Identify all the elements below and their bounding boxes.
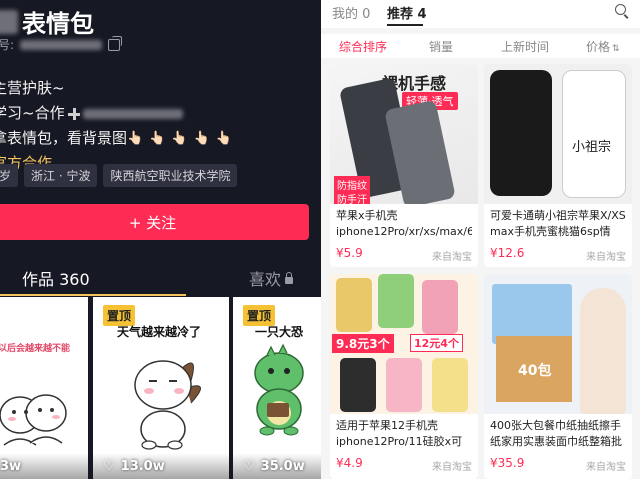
image-subheadline: 12元4个 [410,334,463,352]
profile-panel: 表情包 号: 主营护肤~ 学习~合作 拿表情包，看背景图 👆🏻 👆🏻 👆🏻 👆🏻… [0,0,321,479]
heart-icon: ♡ [103,458,115,474]
account-id-row: 号: [0,35,123,53]
phone-case-image [386,358,422,412]
account-prefix: 号: [0,38,15,52]
sort-price-label: 价格 [586,40,611,54]
product-title: 苹果x手机壳iphone12Pro/xr/xs/max/6/6s/7/8/se2… [336,209,472,238]
image-headline: 40包 [518,363,552,379]
phone-case-image [422,280,458,334]
product-source: 来自淘宝 [586,462,626,473]
sort-comprehensive[interactable]: 综合排序 [339,38,387,55]
video-likes: 13.0w [120,458,165,474]
video-footer: 3w [0,453,88,479]
video-footer: ♡ 35.0w [233,453,321,479]
phone-case-image-2 [562,70,626,198]
bio-line: 拿表情包，看背景图 👆🏻 👆🏻 👆🏻 👆🏻 👆🏻 [0,126,238,151]
phone-case-image [336,278,372,332]
video-grid: 以后会越来越不能 3w 置顶 天气越来越冷了 ♡ 13.0w 置顶 一只大恐 ♡… [0,297,321,479]
product-title: 适用于苹果12手机壳iphone12Pro/11硅胶x可爱x... [336,419,463,448]
product-card[interactable]: 小祖宗 可爱卡通萌小祖宗苹果X/XS max手机壳蜜桃猫6sp情侣... ¥12… [484,64,632,267]
profile-bio: 主营护肤~ 学习~合作 拿表情包，看背景图 👆🏻 👆🏻 👆🏻 👆🏻 👆🏻 官方合… [0,76,238,176]
video-caption: 天气越来越冷了 [117,325,202,339]
tab-mine[interactable]: 我的 0 [332,3,370,22]
plus-icon [67,107,80,120]
search-icon[interactable] [615,4,626,15]
blurred-name [0,9,18,34]
follow-button[interactable]: + 关注 [0,204,309,240]
image-badge: 防手汗 [334,190,370,204]
tab-likes-label: 喜欢 [249,270,282,289]
video-caption: 以后会越来越不能 [0,344,71,354]
bio-text: 拿表情包，看背景图 [0,129,128,147]
video-footer: ♡ 13.0w [93,453,229,479]
video-thumbnail[interactable]: 置顶 天气越来越冷了 ♡ 13.0w [93,297,229,479]
dinosaur-sticker-image [254,343,304,436]
product-price: ¥35.9 [490,456,525,470]
sort-sales[interactable]: 销量 [429,38,453,55]
product-price: ¥5.9 [336,246,363,260]
tissue-pack-image [492,284,572,344]
product-image: 9.8元3个 12元4个 [330,274,478,414]
product-card[interactable]: 9.8元3个 12元4个 适用于苹果12手机壳iphone12Pro/11硅胶x… [330,274,478,479]
sort-price[interactable]: 价格 ⇅ [586,38,620,55]
profile-tabs: 作品 360 喜欢 [0,262,321,298]
tag-location[interactable]: 浙江 · 宁波 [24,164,98,187]
product-image: 裸机手感 轻薄·透气 防指纹 防手汗 [330,64,478,204]
product-source: 来自淘宝 [432,252,472,263]
blurred-account-id [20,39,103,50]
tag-age: 岁 [0,164,19,187]
tab-likes[interactable]: 喜欢 [249,266,294,290]
tab-underline [387,24,423,26]
product-card[interactable]: 裸机手感 轻薄·透气 防指纹 防手汗 苹果x手机壳iphone12Pro/xr/… [330,64,478,267]
bio-line: 主营护肤~ [0,76,238,101]
heart-icon: ♡ [243,458,255,474]
pointing-hand-icon: 👆🏻 [215,131,232,146]
pointing-hand-icon: 👆🏻 [127,131,144,146]
tab-works[interactable]: 作品 360 [22,266,90,290]
blurred-contact [82,108,183,119]
product-card[interactable]: 40包 400张大包餐巾纸抽纸擦手纸家用实惠装面巾纸整箱批植... ¥35.9 … [484,274,632,479]
product-title: 400张大包餐巾纸抽纸擦手纸家用实惠装面巾纸整箱批植... [490,419,622,448]
lock-icon [285,271,294,284]
video-thumbnail[interactable]: 以后会越来越不能 3w [0,297,88,479]
shop-panel: 我的 0 推荐 4 综合排序 销量 上新时间 价格⇅ 裸机手感 轻薄·透气 防指… [321,0,640,479]
image-headline: 小祖宗 [572,140,612,155]
video-caption: 一只大恐 [255,325,304,339]
product-image: 40包 [484,274,632,414]
shop-tabs: 我的 0 推荐 4 [321,0,640,28]
bio-line: 学习~合作 [0,101,238,126]
copy-icon[interactable] [108,35,123,51]
tab-recommend[interactable]: 推荐 4 [387,3,427,22]
video-likes: 3w [0,458,22,474]
sort-bar: 综合排序 销量 上新时间 价格 ⇅ [321,34,640,58]
phone-case-image [378,274,414,328]
phone-case-image [432,358,468,412]
tag-school[interactable]: 陕西航空职业技术学院 [103,164,238,187]
pointing-hand-icon: 👆🏻 [149,131,166,146]
profile-title-row: 表情包 [0,4,94,39]
follow-label: + 关注 [128,213,177,232]
bio-text: 学习~合作 [0,104,65,122]
phone-case-image [490,70,552,196]
profile-title: 表情包 [22,10,94,38]
phone-case-image [340,358,376,412]
bio-text: 主营护肤~ [0,79,65,97]
image-headline: 9.8元3个 [332,334,394,353]
product-source: 来自淘宝 [586,252,626,263]
tab-underline [0,294,186,296]
sort-newest[interactable]: 上新时间 [501,38,549,55]
product-price: ¥12.6 [490,246,525,260]
product-image: 小祖宗 [484,64,632,204]
product-price: ¥4.9 [336,456,363,470]
model-image [580,288,626,414]
product-source: 来自淘宝 [432,462,472,473]
profile-tags: 岁 浙江 · 宁波 陕西航空职业技术学院 [0,164,238,187]
cold-sticker-image [134,360,201,450]
video-thumbnail[interactable]: 置顶 一只大恐 ♡ 35.0w [233,297,321,479]
pointing-hand-icon: 👆🏻 [193,131,210,146]
pointing-hand-icon: 👆🏻 [171,131,188,146]
video-likes: 35.0w [260,458,305,474]
product-title: 可爱卡通萌小祖宗苹果X/XS max手机壳蜜桃猫6sp情侣... [490,209,626,238]
sort-arrows-icon: ⇅ [612,44,620,54]
